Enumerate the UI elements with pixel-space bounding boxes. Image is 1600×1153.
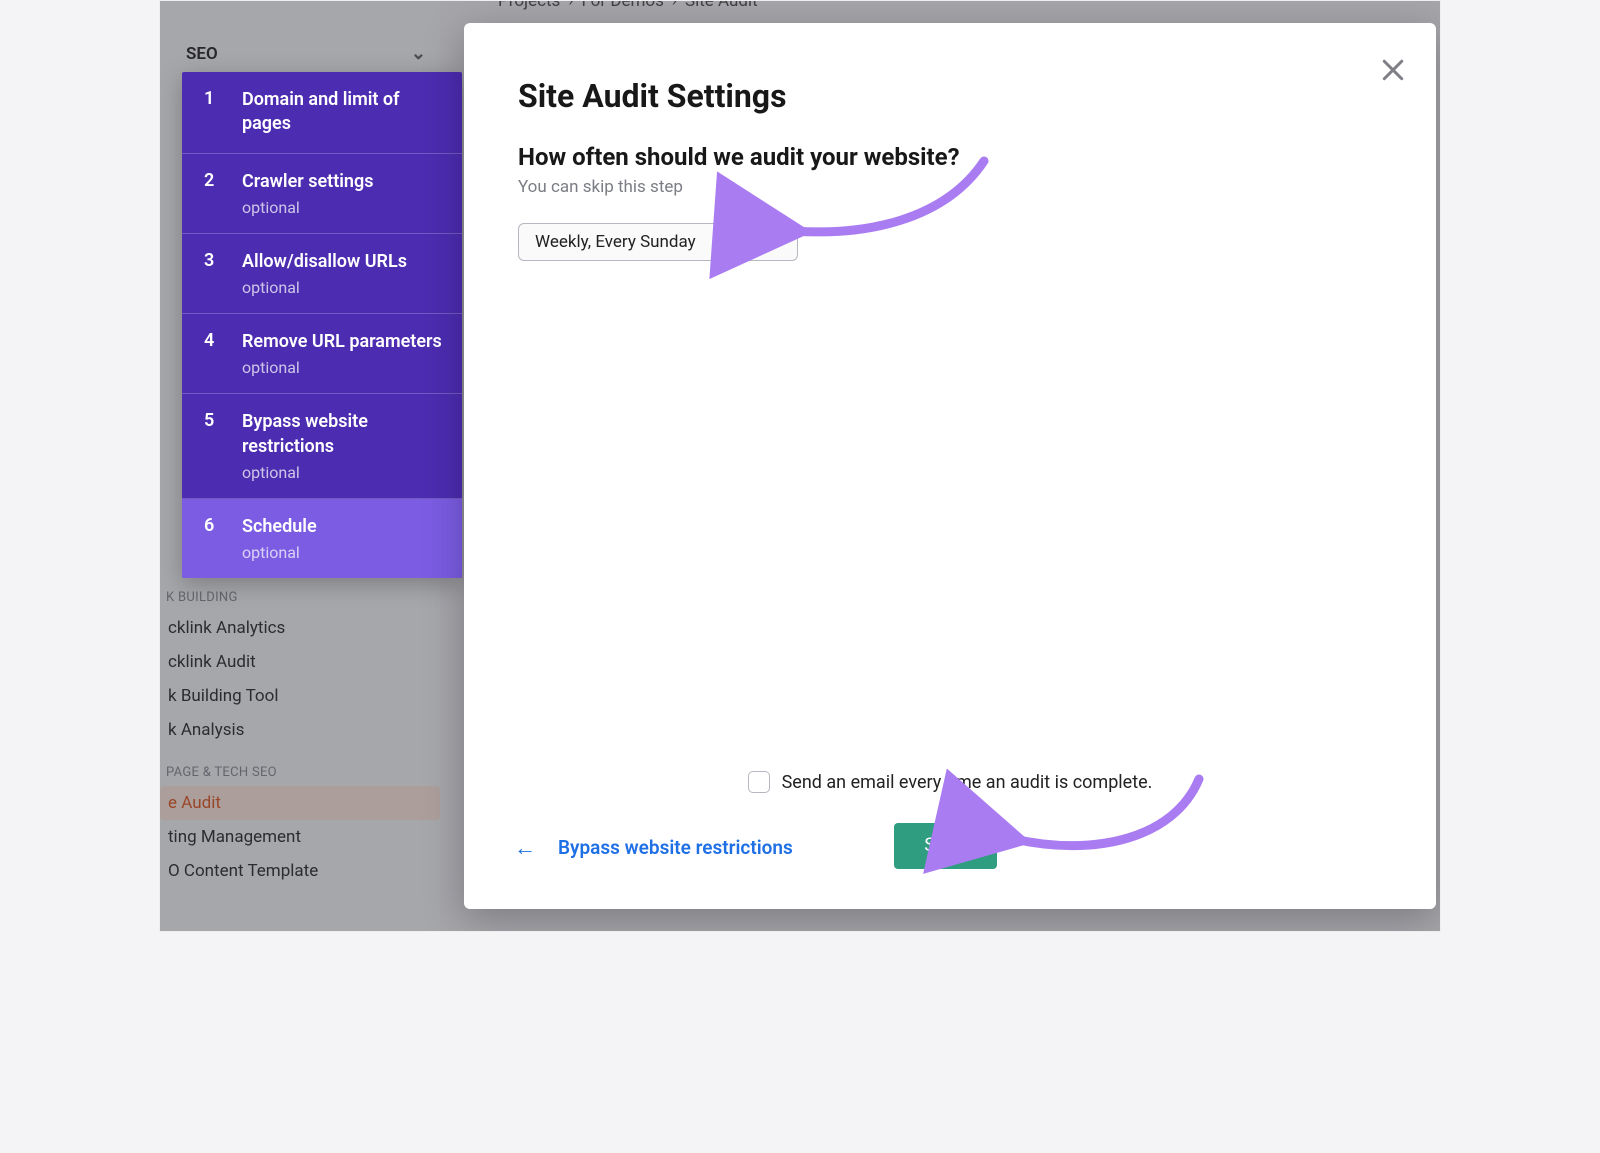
step-crawler-settings[interactable]: 2 Crawler settingsoptional (182, 154, 462, 234)
previous-step-link[interactable]: ← Bypass website restrictions (514, 835, 793, 861)
modal-hint: You can skip this step (518, 177, 1386, 197)
step-remove-url-params[interactable]: 4 Remove URL parametersoptional (182, 314, 462, 394)
select-value: Weekly, Every Sunday (535, 232, 696, 252)
step-allow-disallow[interactable]: 3 Allow/disallow URLsoptional (182, 234, 462, 314)
arrow-left-icon: ← (514, 835, 536, 861)
save-button[interactable]: Save (894, 823, 997, 869)
step-bypass-restrictions[interactable]: 5 Bypass website restrictionsoptional (182, 394, 462, 499)
modal-title: Site Audit Settings (518, 77, 1386, 115)
modal-footer: Send an email every time an audit is com… (514, 771, 1386, 875)
chevron-down-icon (769, 233, 783, 251)
site-audit-settings-modal: Site Audit Settings How often should we … (464, 23, 1436, 909)
schedule-frequency-select[interactable]: Weekly, Every Sunday (518, 223, 798, 261)
modal-subtitle: How often should we audit your website? (518, 143, 1386, 171)
wizard-stepper: 1 Domain and limit of pages 2 Crawler se… (182, 72, 462, 578)
step-schedule[interactable]: 6 Scheduleoptional (182, 499, 462, 578)
email-on-complete-label: Send an email every time an audit is com… (782, 772, 1153, 793)
email-on-complete-checkbox[interactable] (748, 771, 770, 793)
step-domain-limit[interactable]: 1 Domain and limit of pages (182, 72, 462, 154)
